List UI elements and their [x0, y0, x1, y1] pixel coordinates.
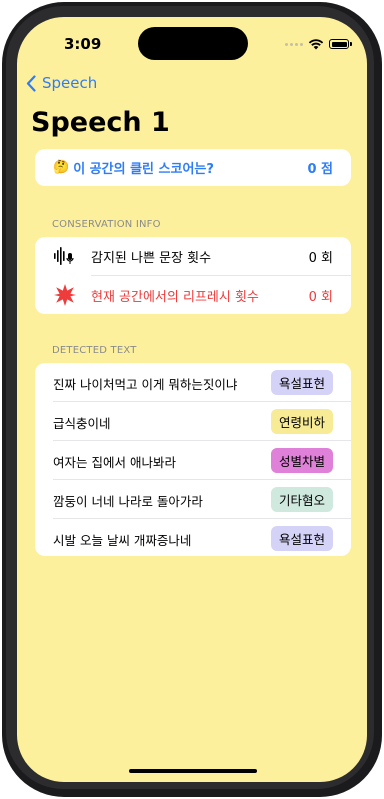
clean-score-card[interactable]: 🤔 이 공간의 클린 스코어는? 0 점: [35, 149, 351, 186]
score-question: 🤔 이 공간의 클린 스코어는?: [53, 158, 214, 177]
detected-text-list: 진짜 나이처먹고 이게 뭐하는짓이냐 욕설표현 급식충이네 연령비하 여자는 집…: [35, 363, 351, 556]
detected-text-row[interactable]: 급식충이네 연령비하: [35, 402, 351, 440]
back-label: Speech: [42, 74, 98, 92]
waveform-mic-icon: [53, 244, 77, 268]
bad-sentence-count-value: 0 회: [308, 250, 333, 266]
conservation-info-header: CONSERVATION INFO: [52, 219, 161, 230]
score-value: 0 점: [307, 162, 333, 177]
detected-text-row[interactable]: 시발 오늘 날씨 개짜증나네 욕설표현: [35, 519, 351, 556]
detected-text: 깜둥이 너네 나라로 돌아가라: [53, 494, 203, 509]
category-tag: 기타혐오: [270, 487, 333, 512]
detected-text-row[interactable]: 진짜 나이처먹고 이게 뭐하는짓이냐 욕설표현: [35, 363, 351, 401]
detected-text: 급식충이네: [53, 416, 111, 431]
screen: 3:09 Speech Speech 1 🤔 이 공간의 클린 스코어는? 0 …: [17, 17, 367, 782]
burst-icon: [53, 283, 77, 307]
battery-icon: [329, 39, 352, 49]
detected-text-row[interactable]: 깜둥이 너네 나라로 돌아가라 기타혐오: [35, 480, 351, 518]
refresh-count-row: 현재 공간에서의 리프레시 횟수 0 회: [35, 276, 351, 314]
bad-sentence-count-row: 감지된 나쁜 문장 횟수 0 회: [35, 237, 351, 275]
score-question-label: 이 공간의 클린 스코어는?: [73, 162, 214, 177]
detected-text: 시발 오늘 날씨 개짜증나네: [53, 533, 192, 548]
detected-text-header: DETECTED TEXT: [52, 345, 137, 356]
refresh-count-label: 현재 공간에서의 리프레시 횟수: [91, 289, 259, 305]
category-tag: 욕설표현: [270, 370, 333, 395]
detected-text: 여자는 집에서 애나봐라: [53, 455, 176, 470]
back-button[interactable]: Speech: [26, 74, 97, 92]
page-title: Speech 1: [31, 107, 170, 138]
bad-sentence-count-label: 감지된 나쁜 문장 횟수: [91, 250, 212, 266]
cellular-signal-icon: [285, 42, 303, 46]
chevron-left-icon: [26, 74, 36, 92]
thinking-face-icon: 🤔: [53, 160, 70, 175]
category-tag: 성별차별: [270, 448, 333, 473]
status-indicators: [285, 38, 352, 50]
detected-text: 진짜 나이처먹고 이게 뭐하는짓이냐: [53, 377, 238, 392]
category-tag: 욕설표현: [270, 526, 333, 551]
home-indicator[interactable]: [129, 769, 257, 773]
wifi-icon: [308, 39, 324, 50]
status-time: 3:09: [64, 35, 102, 53]
detected-text-row[interactable]: 여자는 집에서 애나봐라 성별차별: [35, 441, 351, 479]
refresh-count-value: 0 회: [308, 289, 333, 305]
category-tag: 연령비하: [270, 409, 333, 434]
conservation-info-card: 감지된 나쁜 문장 횟수 0 회 현재 공간에서의 리프레시 횟수 0 회: [35, 237, 351, 314]
dynamic-island: [138, 27, 248, 60]
